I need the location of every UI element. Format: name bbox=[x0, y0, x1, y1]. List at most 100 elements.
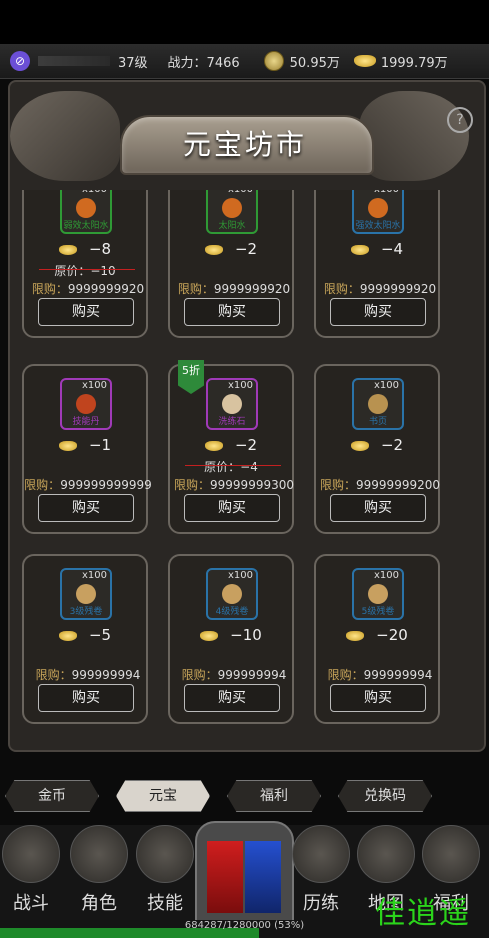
item-quantity: x100 bbox=[81, 570, 107, 581]
purchase-limit: 限购：999999999999 bbox=[22, 476, 158, 493]
buy-button[interactable]: 购买 bbox=[184, 684, 280, 712]
tab-0[interactable]: 金币 bbox=[5, 780, 99, 812]
item-name: 5级残卷 bbox=[361, 607, 395, 617]
dragon-ornament-right-icon bbox=[359, 91, 469, 181]
player-name-blurred bbox=[38, 56, 110, 66]
yuanbao-ingot-icon bbox=[58, 630, 77, 641]
nav-label: 战斗 bbox=[13, 893, 49, 914]
item-icon bbox=[368, 198, 388, 218]
limit-label: 限购： bbox=[31, 282, 68, 296]
purchase-limit: 限购：9999999920 bbox=[22, 280, 158, 297]
limit-value: 99999999200 bbox=[356, 478, 440, 492]
nav-item-1[interactable]: 角色 bbox=[68, 825, 130, 925]
limit-value: 9999999920 bbox=[213, 282, 291, 296]
item-slot[interactable]: x100 洗练石 bbox=[206, 378, 258, 430]
limit-label: 限购： bbox=[35, 668, 72, 682]
item-quantity: x100 bbox=[81, 380, 107, 391]
price-value: −8 bbox=[88, 240, 112, 258]
item-name: 技能丹 bbox=[72, 417, 100, 427]
shop-tabs: 金币 元宝 福利 兑换码 bbox=[0, 780, 489, 814]
item-grid: x100弱效太阳水−8原价：−10限购：9999999920购买x100太阳水−… bbox=[22, 190, 472, 735]
item-card: x100 技能丹 −1 限购：999999999999 购买 bbox=[22, 364, 152, 534]
item-price: −8 bbox=[24, 240, 146, 258]
combat-power: 战力：7466 bbox=[167, 55, 240, 71]
limit-label: 限购： bbox=[181, 668, 218, 682]
help-icon[interactable]: ? bbox=[447, 107, 473, 133]
item-card: x100 3级残卷 −5 限购：999999994 购买 bbox=[22, 554, 148, 724]
limit-label: 限购： bbox=[327, 668, 364, 682]
buy-button[interactable]: 购买 bbox=[330, 298, 426, 326]
original-price: 原价：−4 bbox=[170, 458, 292, 475]
purchase-limit: 限购：99999999300 bbox=[164, 476, 304, 493]
purchase-limit: 限购：9999999920 bbox=[164, 280, 304, 297]
price-value: −10 bbox=[230, 626, 262, 644]
watermark: 佳逍遥 bbox=[375, 896, 471, 931]
yuanbao-ingot-icon bbox=[204, 440, 223, 451]
yuanbao-ingot-icon bbox=[353, 55, 376, 67]
item-price: −4 bbox=[316, 240, 438, 258]
page-title: 元宝坊市 bbox=[182, 128, 307, 161]
item-quantity: x100 bbox=[228, 190, 253, 195]
limit-value: 999999994 bbox=[217, 668, 287, 682]
nav-item-3[interactable]: 历练 bbox=[290, 825, 352, 925]
gold-coin-icon bbox=[263, 51, 284, 71]
shop-header: 元宝坊市 ? bbox=[0, 85, 489, 195]
discount-badge: 5折 bbox=[178, 360, 204, 394]
item-price: −1 bbox=[24, 436, 146, 454]
nav-icon bbox=[357, 825, 415, 883]
item-slot[interactable]: x100 4级残卷 bbox=[206, 568, 258, 620]
purchase-limit: 限购：999999994 bbox=[22, 666, 158, 683]
price-value: −5 bbox=[88, 626, 112, 644]
buy-button[interactable]: 购买 bbox=[38, 298, 134, 326]
price-value: −20 bbox=[376, 626, 408, 644]
item-icon bbox=[222, 584, 242, 604]
item-slot[interactable]: x100 5级残卷 bbox=[352, 568, 404, 620]
yuanbao-ingot-icon bbox=[204, 244, 223, 255]
item-name: 4级残卷 bbox=[215, 607, 249, 617]
limit-value: 999999994 bbox=[71, 668, 141, 682]
item-slot[interactable]: x100 技能丹 bbox=[60, 378, 112, 430]
tab-1[interactable]: 元宝 bbox=[116, 780, 210, 812]
item-icon bbox=[76, 198, 96, 218]
yuanbao-ingot-icon bbox=[350, 244, 369, 255]
item-slot[interactable]: x100 强效太阳水 bbox=[352, 190, 404, 234]
buy-button[interactable]: 购买 bbox=[330, 494, 426, 522]
item-slot[interactable]: x100 弱效太阳水 bbox=[60, 190, 112, 234]
nav-icon bbox=[292, 825, 350, 883]
limit-label: 限购： bbox=[24, 478, 61, 492]
item-quantity: x100 bbox=[373, 380, 399, 391]
item-slot[interactable]: x100 太阳水 bbox=[206, 190, 258, 234]
limit-value: 999999994 bbox=[363, 668, 433, 682]
yuanbao-ingot-icon bbox=[58, 244, 77, 255]
buy-button[interactable]: 购买 bbox=[38, 684, 134, 712]
price-value: −2 bbox=[234, 240, 258, 258]
item-price: −2 bbox=[170, 436, 292, 454]
buy-button[interactable]: 购买 bbox=[330, 684, 426, 712]
item-card: x100 书页 −2 限购：99999999200 购买 bbox=[314, 364, 440, 534]
item-slot[interactable]: x100 书页 bbox=[352, 378, 404, 430]
item-quantity: x100 bbox=[82, 190, 107, 195]
portal-gate-icon[interactable] bbox=[195, 821, 294, 925]
item-slot[interactable]: x100 3级残卷 bbox=[60, 568, 112, 620]
status-bar: ⊘ 37级 战力：7466 50.95万 1999.79万 bbox=[0, 44, 489, 79]
limit-value: 999999999999 bbox=[60, 478, 152, 492]
buy-button[interactable]: 购买 bbox=[184, 298, 280, 326]
yuanbao-amount: 1999.79万 bbox=[380, 55, 448, 71]
price-value: −2 bbox=[380, 436, 404, 454]
tab-3[interactable]: 兑换码 bbox=[338, 780, 432, 812]
link-icon[interactable]: ⊘ bbox=[10, 51, 30, 71]
tab-2[interactable]: 福利 bbox=[227, 780, 321, 812]
price-value: −4 bbox=[380, 240, 404, 258]
item-price: −20 bbox=[316, 626, 438, 644]
buy-button[interactable]: 购买 bbox=[38, 494, 134, 522]
item-icon bbox=[76, 394, 96, 414]
nav-icon bbox=[70, 825, 128, 883]
item-name: 太阳水 bbox=[218, 221, 246, 231]
item-quantity: x100 bbox=[227, 570, 253, 581]
nav-item-2[interactable]: 技能 bbox=[134, 825, 196, 925]
nav-item-0[interactable]: 战斗 bbox=[0, 825, 62, 925]
item-icon bbox=[368, 584, 388, 604]
item-price: −10 bbox=[170, 626, 292, 644]
buy-button[interactable]: 购买 bbox=[184, 494, 280, 522]
limit-value: 99999999300 bbox=[210, 478, 294, 492]
